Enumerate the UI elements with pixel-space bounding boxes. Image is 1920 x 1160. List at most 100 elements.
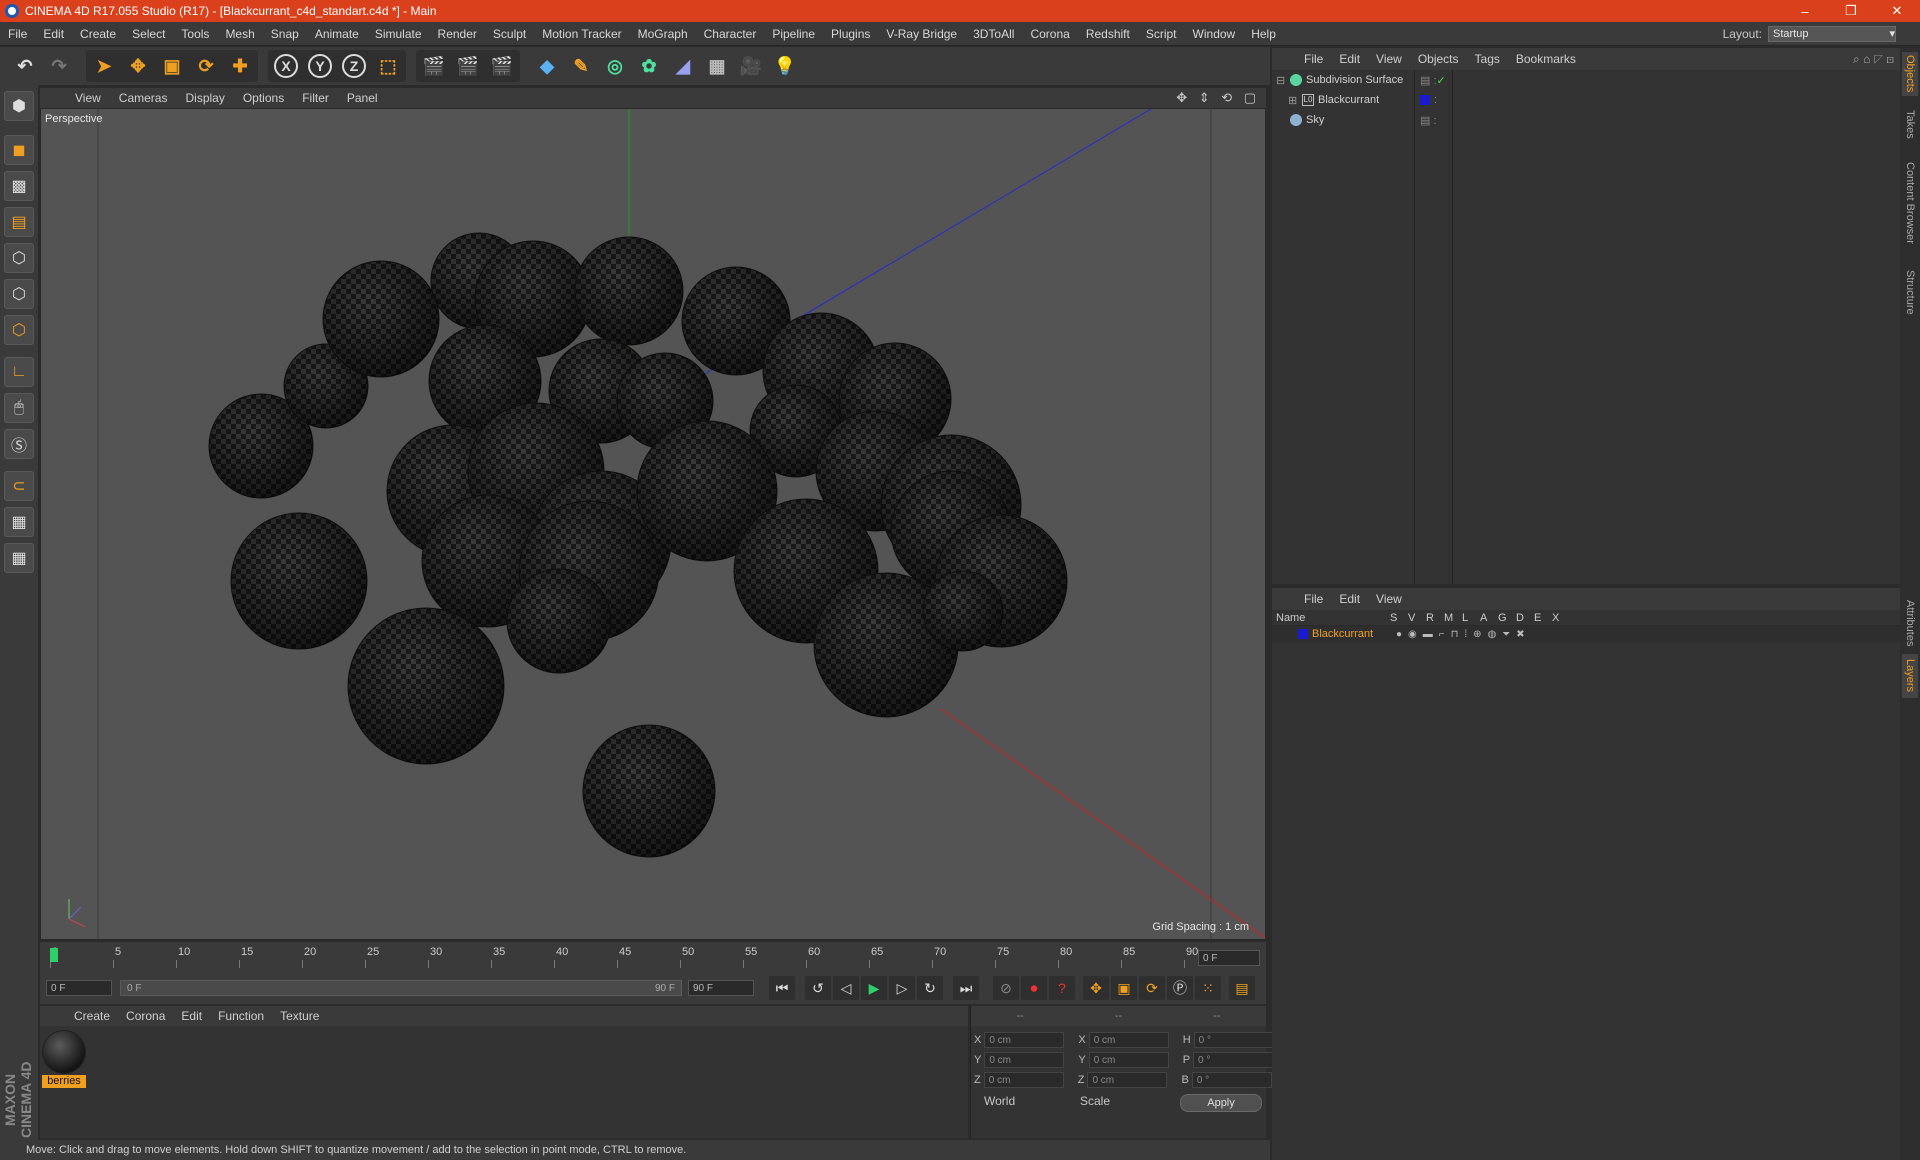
side-tab-layers[interactable]: Layers: [1902, 654, 1918, 698]
menu-help[interactable]: Help: [1243, 27, 1284, 41]
viewport-menu-panel[interactable]: Panel: [338, 91, 387, 105]
viewport-menu-options[interactable]: Options: [234, 91, 293, 105]
coord-rotation-field[interactable]: 0 °: [1193, 1052, 1274, 1068]
points-mode-icon[interactable]: ⬡: [4, 243, 34, 273]
menu-edit[interactable]: Edit: [35, 27, 72, 41]
frame-range-slider[interactable]: 0 F 90 F: [120, 980, 682, 996]
key-scale-icon[interactable]: ▣: [1111, 976, 1137, 1000]
objects-menu-file[interactable]: File: [1296, 52, 1331, 66]
menu-simulate[interactable]: Simulate: [367, 27, 430, 41]
object-name[interactable]: Subdivision Surface: [1306, 74, 1403, 86]
coord-position-field[interactable]: 0 cm: [984, 1052, 1065, 1068]
key-position-icon[interactable]: ✥: [1083, 976, 1109, 1000]
menu-sculpt[interactable]: Sculpt: [485, 27, 534, 41]
texture-mode-icon[interactable]: ▩: [4, 171, 34, 201]
go-to-start-icon[interactable]: ⏮: [769, 976, 795, 1000]
rotate-tool-icon[interactable]: ⟳: [189, 50, 223, 82]
menu-mesh[interactable]: Mesh: [217, 27, 262, 41]
layers-menu-view[interactable]: View: [1368, 592, 1410, 606]
edges-mode-icon[interactable]: ⬡: [4, 279, 34, 309]
next-frame-icon[interactable]: ▷: [889, 976, 915, 1000]
objects-menu-objects[interactable]: Objects: [1410, 52, 1467, 66]
end-frame-field[interactable]: 90 F: [688, 980, 754, 996]
menu-vray-bridge[interactable]: V-Ray Bridge: [878, 27, 965, 41]
cube-primitive-icon[interactable]: ◆: [530, 50, 564, 82]
viewport-menu-view[interactable]: View: [66, 91, 110, 105]
menu-tools[interactable]: Tools: [173, 27, 217, 41]
restore-button[interactable]: ❐: [1828, 3, 1874, 19]
objects-menu-tags[interactable]: Tags: [1467, 52, 1508, 66]
menu-select[interactable]: Select: [124, 27, 173, 41]
menu-redshift[interactable]: Redshift: [1078, 27, 1138, 41]
object-name[interactable]: Blackcurrant: [1318, 94, 1379, 106]
magnet-icon[interactable]: ⊂: [4, 471, 34, 501]
menu-render[interactable]: Render: [430, 27, 485, 41]
coord-size-field[interactable]: 0 cm: [1088, 1052, 1169, 1068]
layout-dropdown[interactable]: Startup ▾: [1768, 25, 1896, 42]
workplane-mode-icon[interactable]: ▤: [4, 207, 34, 237]
material-menu-texture[interactable]: Texture: [272, 1009, 327, 1023]
record-keys-icon[interactable]: ⊘: [993, 976, 1019, 1000]
object-row-blackcurrant[interactable]: ⊞ L0 Blackcurrant :: [1272, 90, 1900, 110]
start-frame-field[interactable]: 0 F: [46, 980, 112, 996]
planar-workplane-icon[interactable]: ▦: [4, 543, 34, 573]
menu-snap[interactable]: Snap: [263, 27, 307, 41]
collapse-toggle-icon[interactable]: ⊟: [1276, 74, 1290, 87]
axis-mode-icon[interactable]: ∟: [4, 357, 34, 387]
timeline-window-icon[interactable]: ▤: [1229, 976, 1255, 1000]
minimize-button[interactable]: –: [1782, 4, 1828, 19]
search-icon[interactable]: ⌕ ⌂ ◸ ⊡: [1853, 52, 1900, 67]
coord-size-field[interactable]: 0 cm: [1088, 1032, 1169, 1048]
viewport-menu-display[interactable]: Display: [176, 91, 233, 105]
snap-icon[interactable]: Ⓢ: [4, 429, 34, 459]
keyframe-selection-icon[interactable]: ?: [1049, 976, 1075, 1000]
side-tab-takes[interactable]: Takes: [1902, 104, 1918, 144]
objects-menu-view[interactable]: View: [1368, 52, 1410, 66]
layer-toggle-icons[interactable]: ●◉▬⌐⊓⁞⊕◍⏷✖: [1396, 629, 1531, 640]
undo-icon[interactable]: ↶: [8, 50, 42, 82]
menu-animate[interactable]: Animate: [307, 27, 367, 41]
polygons-mode-icon[interactable]: ⬡: [4, 315, 34, 345]
next-key-icon[interactable]: ↻: [917, 976, 943, 1000]
scale-tool-icon[interactable]: ▣: [155, 50, 189, 82]
model-mode-icon[interactable]: ◼: [4, 135, 34, 165]
tweak-mode-icon[interactable]: 🖱: [4, 393, 34, 423]
coord-size-field[interactable]: 0 cm: [1087, 1072, 1168, 1088]
camera-icon[interactable]: 🎥: [734, 50, 768, 82]
material-swatch[interactable]: [42, 1030, 86, 1074]
coordinate-space-dropdown[interactable]: World: [984, 1094, 1066, 1108]
previous-key-icon[interactable]: ↺: [805, 976, 831, 1000]
render-view-icon[interactable]: 🎬: [417, 50, 451, 82]
visibility-dots-icon[interactable]: ▤ :: [1420, 114, 1437, 127]
visibility-dots-icon[interactable]: :: [1434, 94, 1437, 106]
menu-window[interactable]: Window: [1185, 27, 1244, 41]
object-row-subdivision-surface[interactable]: ⊟ Subdivision Surface ▤ :✓: [1272, 70, 1900, 90]
material-menu-corona[interactable]: Corona: [118, 1009, 173, 1023]
coord-position-field[interactable]: 0 cm: [983, 1072, 1064, 1088]
layers-menu-file[interactable]: File: [1296, 592, 1331, 606]
layer-color-swatch[interactable]: [1420, 95, 1430, 105]
timeline-ruler[interactable]: 051015202530354045505560657075808590 0 F: [40, 942, 1266, 972]
material-menu-create[interactable]: Create: [66, 1009, 118, 1023]
side-tab-attributes[interactable]: Attributes: [1902, 588, 1918, 658]
coord-position-field[interactable]: 0 cm: [984, 1032, 1065, 1048]
render-picture-viewer-icon[interactable]: 🎬: [451, 50, 485, 82]
z-axis-lock-button[interactable]: Z: [337, 50, 371, 82]
menu-plugins[interactable]: Plugins: [823, 27, 878, 41]
apply-button[interactable]: Apply: [1180, 1094, 1262, 1112]
playhead-marker[interactable]: [50, 948, 58, 962]
key-rotation-icon[interactable]: ⟳: [1139, 976, 1165, 1000]
coord-rotation-field[interactable]: 0 °: [1191, 1072, 1272, 1088]
menu-mograph[interactable]: MoGraph: [630, 27, 696, 41]
side-tab-objects[interactable]: Objects: [1902, 52, 1918, 96]
lock-workplane-icon[interactable]: ▦: [4, 507, 34, 537]
floor-scene-icon[interactable]: ▦: [700, 50, 734, 82]
menu-character[interactable]: Character: [696, 27, 765, 41]
object-row-sky[interactable]: Sky ▤ :: [1272, 110, 1900, 130]
close-button[interactable]: ✕: [1874, 3, 1920, 19]
layer-row-blackcurrant[interactable]: Blackcurrant ●◉▬⌐⊓⁞⊕◍⏷✖: [1272, 626, 1900, 642]
menu-motion-tracker[interactable]: Motion Tracker: [534, 27, 629, 41]
visibility-dots-icon[interactable]: ▤ :✓: [1420, 74, 1446, 87]
material-menu-edit[interactable]: Edit: [173, 1009, 210, 1023]
objects-menu-edit[interactable]: Edit: [1331, 52, 1368, 66]
